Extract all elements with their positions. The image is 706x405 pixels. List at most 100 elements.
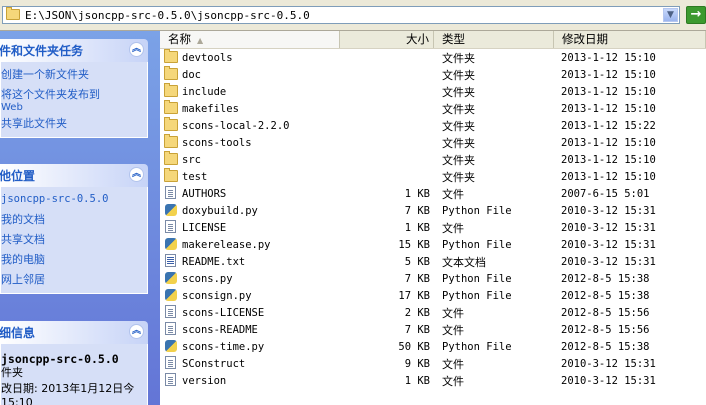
place-link-my-computer[interactable]: 我的电脑 (1, 252, 147, 267)
folder-icon (6, 7, 20, 20)
file-name-cell[interactable]: scons-README (164, 322, 258, 339)
address-input[interactable]: E:\JSON\jsoncpp-src-0.5.0\jsoncpp-src-0.… (2, 6, 680, 24)
file-modified: 2013-1-12 15:10 (561, 171, 656, 183)
file-size: 17 KB (398, 290, 430, 302)
file-row[interactable]: devtools 文件夹 2013-1-12 15:10 (160, 49, 706, 67)
file-name-cell[interactable]: doxybuild.py (164, 203, 258, 220)
file-row[interactable]: makefiles 文件夹 2013-1-12 15:10 (160, 100, 706, 118)
task-pane: 件和文件夹任务 ︽ 创建一个新文件夹 将这个文件夹发布到 Web 共享此文件夹 … (0, 31, 160, 405)
python-file-icon (165, 238, 177, 250)
file-row[interactable]: scons-tools 文件夹 2013-1-12 15:10 (160, 134, 706, 152)
file-modified: 2010-3-12 15:31 (561, 358, 656, 370)
new-folder-link[interactable]: 创建一个新文件夹 (1, 67, 147, 82)
file-row[interactable]: doc 文件夹 2013-1-12 15:10 (160, 66, 706, 84)
collapse-chevron-icon[interactable]: ︽ (129, 324, 144, 339)
place-link-network-places[interactable]: 网上邻居 (1, 272, 147, 287)
file-name-cell[interactable]: scons-LICENSE (164, 305, 264, 322)
file-modified: 2012-8-5 15:38 (561, 290, 650, 302)
file-row[interactable]: scons-time.py 50 KB Python File 2012-8-5 15… (160, 339, 706, 356)
folder-icon (164, 66, 178, 80)
file-modified: 2012-8-5 15:56 (561, 324, 650, 336)
file-name-cell[interactable]: devtools (164, 49, 233, 67)
column-modified[interactable]: 修改日期 (554, 31, 706, 48)
file-name-cell[interactable]: SConstruct (164, 356, 245, 373)
panel-header[interactable]: 件和文件夹任务 ︽ (0, 39, 148, 62)
file-modified: 2013-1-12 15:10 (561, 52, 656, 64)
file-name-cell[interactable]: makerelease.py (164, 237, 271, 254)
file-name: scons-local-2.2.0 (182, 120, 290, 132)
panel-header[interactable]: 细信息 ︽ (0, 321, 148, 344)
file-row[interactable]: LICENSE 1 KB 文件 2010-3-12 15:31 (160, 220, 706, 237)
column-name[interactable]: 名称 ▲ (160, 31, 340, 48)
place-link-my-documents[interactable]: 我的文档 (1, 212, 147, 227)
column-type[interactable]: 类型 (434, 31, 554, 48)
file-type: 文件 (442, 324, 464, 337)
file-name-cell[interactable]: test (164, 168, 207, 186)
file-name: scons.py (182, 273, 233, 285)
details-panel: 细信息 ︽ jsoncpp-src-0.5.0 件夹 改日期: 2013年1月1… (0, 321, 148, 405)
file-name-cell[interactable]: version (164, 373, 226, 390)
file-name-cell[interactable]: README.txt (164, 254, 245, 271)
file-row[interactable]: src 文件夹 2013-1-12 15:10 (160, 151, 706, 169)
file-row[interactable]: version 1 KB 文件 2010-3-12 15:31 (160, 373, 706, 390)
file-row[interactable]: AUTHORS 1 KB 文件 2007-6-15 5:01 (160, 186, 706, 203)
file-name: scons-LICENSE (182, 307, 265, 319)
file-modified: 2010-3-12 15:31 (561, 239, 656, 251)
file-type: 文件夹 (442, 154, 475, 167)
file-row[interactable]: scons-README 7 KB 文件 2012-8-5 15:56 (160, 322, 706, 339)
file-modified: 2010-3-12 15:31 (561, 222, 656, 234)
file-name-cell[interactable]: scons.py (164, 271, 233, 288)
folder-icon (164, 168, 178, 182)
file-name-cell[interactable]: sconsign.py (164, 288, 252, 305)
file-name-cell[interactable]: include (164, 83, 226, 101)
column-size[interactable]: 大小 (340, 31, 434, 48)
file-row[interactable]: doxybuild.py 7 KB Python File 2010-3-12 15:… (160, 203, 706, 220)
file-size: 7 KB (404, 324, 430, 336)
file-row[interactable]: scons-LICENSE 2 KB 文件 2012-8-5 15:56 (160, 305, 706, 322)
column-type-label: 类型 (442, 32, 465, 46)
file-row[interactable]: sconsign.py 17 KB Python File 2012-8-5 15:3… (160, 288, 706, 305)
file-row[interactable]: test 文件夹 2013-1-12 15:10 (160, 168, 706, 186)
file-name-cell[interactable]: scons-tools (164, 134, 252, 152)
file-row[interactable]: makerelease.py 15 KB Python File 2010-3-12 … (160, 237, 706, 254)
file-name: sconsign.py (182, 290, 252, 302)
file-row[interactable]: README.txt 5 KB 文本文档 2010-3-12 15:31 (160, 254, 706, 271)
collapse-chevron-icon[interactable]: ︽ (129, 167, 144, 182)
panel-header[interactable]: 他位置 ︽ (0, 164, 148, 187)
file-name: devtools (182, 52, 233, 64)
panel-body: jsoncpp-src-0.5.0 件夹 改日期: 2013年1月12日今 15… (0, 344, 148, 405)
share-folder-link[interactable]: 共享此文件夹 (1, 116, 147, 131)
file-name: src (182, 154, 201, 166)
file-name-cell[interactable]: scons-local-2.2.0 (164, 117, 290, 135)
chevron-down-icon[interactable]: ▼ (663, 8, 678, 22)
folder-icon (164, 151, 178, 165)
file-name-cell[interactable]: src (164, 151, 201, 169)
file-modified: 2013-1-12 15:10 (561, 103, 656, 115)
file-row[interactable]: scons-local-2.2.0 文件夹 2013-1-12 15:22 (160, 117, 706, 135)
publish-folder-link[interactable]: 将这个文件夹发布到 (1, 87, 147, 102)
file-name: makerelease.py (182, 239, 271, 251)
file-icon (165, 220, 176, 233)
file-row[interactable]: SConstruct 9 KB 文件 2010-3-12 15:31 (160, 356, 706, 373)
column-header: 名称 ▲ 大小 类型 修改日期 (160, 31, 706, 49)
file-row[interactable]: include 文件夹 2013-1-12 15:10 (160, 83, 706, 101)
file-name-cell[interactable]: makefiles (164, 100, 239, 118)
file-modified: 2013-1-12 15:10 (561, 137, 656, 149)
file-row[interactable]: scons.py 7 KB Python File 2012-8-5 15:38 (160, 271, 706, 288)
detail-modified-time: 15:10 (1, 396, 33, 405)
place-link-shared-documents[interactable]: 共享文档 (1, 232, 147, 247)
file-icon (165, 356, 176, 369)
file-size: 15 KB (398, 239, 430, 251)
column-name-label: 名称 (168, 32, 191, 46)
publish-folder-link-web[interactable]: Web (1, 102, 147, 113)
file-name-cell[interactable]: doc (164, 66, 201, 84)
collapse-chevron-icon[interactable]: ︽ (129, 42, 144, 57)
file-name-cell[interactable]: scons-time.py (164, 339, 264, 356)
folder-icon (164, 100, 178, 114)
panel-title: 细信息 (0, 326, 36, 340)
sort-ascending-icon: ▲ (197, 36, 204, 45)
go-button[interactable]: → (686, 6, 706, 24)
place-link-jsoncpp[interactable]: jsoncpp-src-0.5.0 (1, 192, 147, 207)
file-name-cell[interactable]: LICENSE (164, 220, 226, 237)
file-name-cell[interactable]: AUTHORS (164, 186, 226, 203)
